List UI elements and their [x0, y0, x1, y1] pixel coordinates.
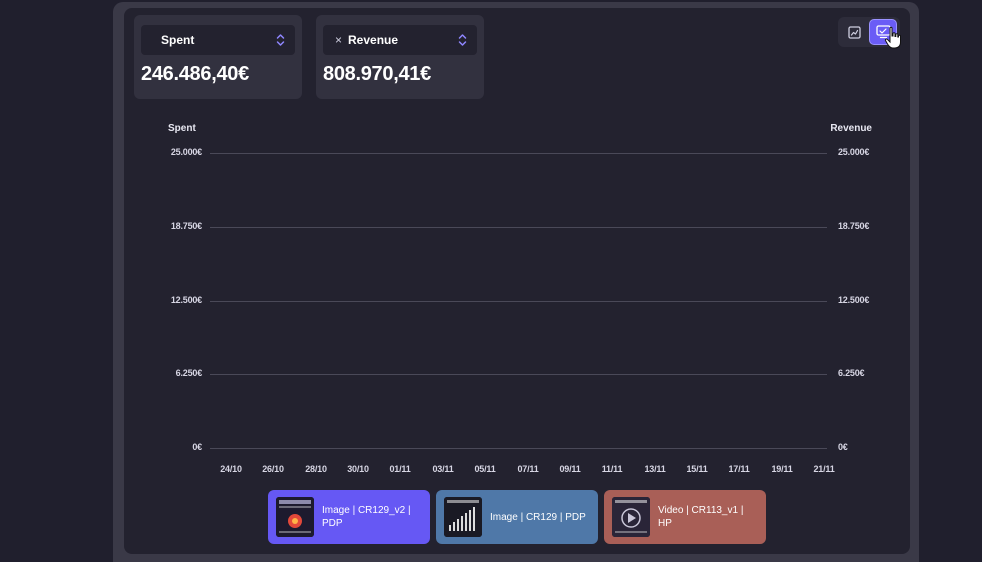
creative-view-icon	[875, 25, 891, 39]
x-tick-label: 05/11	[474, 464, 496, 474]
y-tick-label-left: 12.500€	[170, 295, 202, 305]
y-tick-label-left: 0€	[192, 442, 202, 452]
chevron-updown-icon	[457, 33, 467, 47]
view-toggle	[838, 17, 900, 47]
chart-icon	[847, 25, 861, 39]
x-tick-label: 19/11	[771, 464, 793, 474]
x-tick-label: 26/10	[262, 464, 284, 474]
creative-label: Image | CR129 | PDP	[490, 511, 586, 523]
x-tick-label: 09/11	[559, 464, 581, 474]
creative-card-1[interactable]: Image | CR129_v2 | PDP	[268, 490, 430, 544]
y-tick-label-right: 25.000€	[838, 147, 870, 157]
creative-thumbnail	[612, 497, 650, 537]
creative-label: Video | CR113_v1 | HP	[658, 505, 744, 529]
spent-metric-select[interactable]: Spent	[141, 25, 295, 55]
spent-metric-value: 246.486,40€	[141, 63, 249, 85]
x-tick-label: 28/10	[305, 464, 327, 474]
metric-card-revenue: × Revenue 808.970,41€	[316, 15, 484, 99]
spent-metric-label: Spent	[161, 33, 195, 47]
grid-line	[210, 374, 827, 375]
revenue-metric-select[interactable]: × Revenue	[323, 25, 477, 55]
creative-card-2[interactable]: Image | CR129 | PDP	[436, 490, 598, 544]
grid-line	[210, 153, 827, 154]
x-tick-label: 17/11	[728, 464, 750, 474]
y-tick-label-left: 6.250€	[175, 368, 203, 378]
creative-view-button[interactable]	[869, 19, 897, 45]
x-tick-label: 30/10	[347, 464, 369, 474]
x-tick-label: 11/11	[601, 464, 623, 474]
creative-label: Image | CR129_v2 | PDP	[322, 505, 411, 529]
y-tick-label-left: 25.000€	[170, 147, 202, 157]
x-tick-label: 15/11	[686, 464, 708, 474]
creative-card-3[interactable]: Video | CR113_v1 | HP	[604, 490, 766, 544]
left-axis-title: Spent	[168, 123, 196, 134]
y-tick-label-right: 12.500€	[838, 295, 870, 305]
y-tick-label-right: 6.250€	[838, 368, 865, 378]
y-tick-label-left: 18.750€	[170, 221, 202, 231]
remove-metric-icon[interactable]: ×	[335, 33, 342, 47]
y-tick-label-right: 18.750€	[838, 221, 870, 231]
grid-line	[210, 227, 827, 228]
x-tick-label: 03/11	[432, 464, 454, 474]
revenue-metric-label: Revenue	[348, 33, 399, 47]
x-tick-label: 13/11	[644, 464, 666, 474]
creative-thumbnail	[444, 497, 482, 537]
revenue-metric-value: 808.970,41€	[323, 63, 431, 85]
x-tick-label: 21/11	[813, 464, 835, 474]
metric-card-spent: Spent 246.486,40€	[134, 15, 302, 99]
x-tick-label: 07/11	[517, 464, 539, 474]
chart-view-button[interactable]	[840, 19, 868, 45]
x-tick-label: 24/10	[220, 464, 242, 474]
creative-thumbnail	[276, 497, 314, 537]
chevron-updown-icon	[275, 33, 285, 47]
grid-line	[210, 448, 827, 449]
x-tick-label: 01/11	[389, 464, 411, 474]
y-tick-label-right: 0€	[838, 442, 848, 452]
right-axis-title: Revenue	[830, 123, 872, 134]
grid-line	[210, 301, 827, 302]
